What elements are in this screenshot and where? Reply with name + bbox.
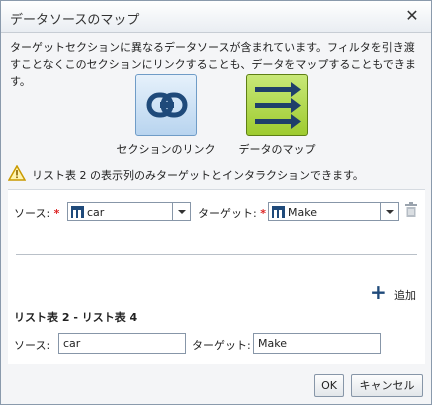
dialog-description: ターゲットセクションに異なるデータソースが含まれています。フィルタを引き渡すこと… [10,41,416,88]
summary-target-label: ターゲット: [192,339,251,352]
arrows-icon [255,82,301,129]
trash-icon[interactable] [404,202,418,218]
summary-target-field[interactable] [253,333,381,354]
required-marker: * [53,207,60,220]
ok-button[interactable]: OK [314,374,344,397]
target-select-value: Make [288,206,317,219]
cancel-button[interactable]: キャンセル [351,374,423,397]
warning-message: リスト表 2 の表示列のみターゲットとインタラクションできます。 [8,164,428,184]
link-section-button[interactable] [135,74,197,136]
source-select-value: car [87,206,105,219]
map-data-sources-dialog: データソースのマップ ✕ ターゲットセクションに異なるデータソースが含まれていま… [0,0,432,405]
plus-icon: + [370,280,387,304]
summary-source-field[interactable] [58,333,186,354]
mapping-panel: ソース: * car ターゲット: * Make + 追加 リスト表 2 - リ… [8,189,425,364]
mapping-summary-title: リスト表 2 - リスト表 4 [14,311,138,324]
warning-text: リスト表 2 の表示列のみターゲットとインタラクションできます。 [32,169,364,182]
divider [16,254,417,255]
source-label: ソース: * [14,207,60,220]
map-data-button[interactable] [246,74,308,136]
chevron-down-icon[interactable] [172,203,190,220]
map-data-label: データのマップ [238,143,316,156]
summary-source-label: ソース: [14,339,51,352]
link-section-label: セクションのリンク [116,143,216,156]
close-icon[interactable]: ✕ [403,7,421,25]
dialog-title: データソースのマップ [10,13,140,28]
warning-icon [8,165,26,181]
target-label: ターゲット: * [198,207,266,220]
dialog-titlebar: データソースのマップ ✕ [1,1,431,33]
table-icon [272,206,285,218]
table-icon [71,206,84,218]
target-select[interactable]: Make [268,202,399,221]
add-label: 追加 [394,289,416,302]
source-select[interactable]: car [67,202,191,221]
link-icon [146,92,188,118]
required-marker: * [260,207,266,220]
chevron-down-icon[interactable] [380,203,398,220]
